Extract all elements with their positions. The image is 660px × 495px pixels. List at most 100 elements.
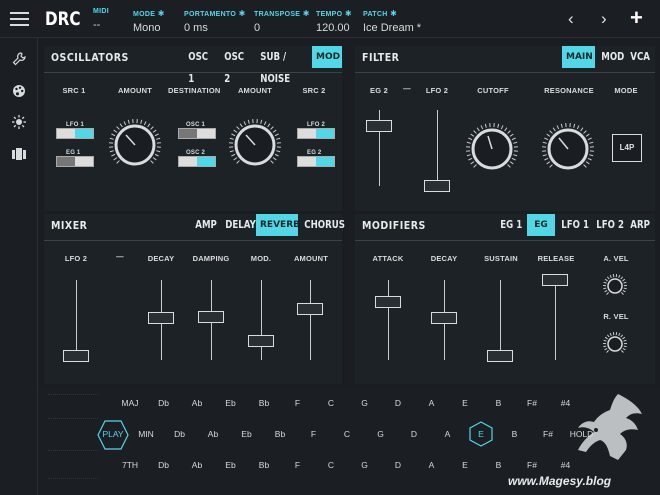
src1-lfo1-toggle[interactable]: LFO 1 [56,122,96,139]
portamento-field[interactable]: PORTAMENTO ✱ 0 ms [184,8,245,34]
chord-key[interactable]: C [317,398,345,408]
sustain-thumb[interactable] [487,350,513,362]
chord-type-key[interactable]: 7TH [116,460,144,470]
toggle-osc2[interactable] [178,156,216,167]
chord-key[interactable]: F [284,398,312,408]
tab-lfo2[interactable]: LFO 2 [593,214,627,236]
chord-key[interactable]: Ab [183,398,211,408]
tab-main[interactable]: MAIN [562,46,595,68]
src2-eg2-toggle[interactable]: EG 2 [297,150,337,167]
resonance-knob[interactable] [540,121,596,179]
chord-key[interactable]: Ab [183,460,211,470]
chord-key[interactable]: E [467,421,495,447]
chord-key[interactable]: G [367,429,395,439]
chord-key[interactable]: Eb [217,460,245,470]
tempo-field[interactable]: TEMPO ✱ 120.00 [316,8,352,34]
chord-type-key[interactable]: MIN [132,429,160,439]
toggle-eg1[interactable] [56,156,94,167]
mixer-lfo2-thumb[interactable] [63,350,89,362]
src1-eg1-toggle[interactable]: EG 1 [56,150,96,167]
chord-key[interactable]: Db [150,460,178,470]
amount2-knob[interactable] [228,118,282,174]
chord-key[interactable]: A [418,460,446,470]
dest-osc1-toggle[interactable]: OSC 1 [178,122,216,139]
tab-eg2[interactable]: EG 2 [527,214,555,252]
chord-key[interactable]: Db [150,398,178,408]
chord-key[interactable]: C [333,429,361,439]
patch-field[interactable]: PATCH ✱ Ice Dream * [363,8,421,34]
sun-icon[interactable] [12,115,26,131]
tab-eg1[interactable]: EG 1 [497,214,526,236]
chord-key[interactable]: C [317,460,345,470]
tab-reverb[interactable]: REVERB [256,214,300,236]
chevron-left-icon[interactable]: ‹ [568,9,574,29]
chord-key[interactable]: F# [534,429,562,439]
chord-key[interactable]: B [485,460,513,470]
gear-icon[interactable]: ✱ [303,9,310,18]
chord-key[interactable]: Eb [233,429,261,439]
gear-icon[interactable]: ✱ [345,9,352,18]
damping-thumb[interactable] [198,311,224,323]
tab-delay[interactable]: DELAY [222,214,259,236]
release-thumb[interactable] [542,274,568,286]
filter-eg2-slider-thumb[interactable] [366,120,392,132]
tab-filter-mod[interactable]: MOD [598,46,628,68]
chord-type-key[interactable]: MAJ [116,398,144,408]
chord-key[interactable]: F# [518,398,546,408]
chord-key[interactable]: Db [166,429,194,439]
chord-key[interactable]: Ab [199,429,227,439]
reverb-decay-thumb[interactable] [148,312,174,324]
filter-mode-button[interactable]: L4P [612,134,642,162]
chord-key[interactable]: D [384,398,412,408]
chord-key[interactable]: E [451,398,479,408]
tab-amp[interactable]: AMP [192,214,220,236]
tab-osc2[interactable]: OSC 2 [221,46,247,85]
midi-field[interactable]: MIDI -- [93,8,109,31]
chevron-right-icon[interactable]: › [601,9,607,29]
wrench-icon[interactable] [12,52,26,68]
chord-key[interactable]: B [485,398,513,408]
palette-icon[interactable] [12,84,26,100]
gear-icon[interactable]: ✱ [239,9,246,18]
attack-thumb[interactable] [375,296,401,308]
chord-key[interactable]: Bb [250,398,278,408]
a-vel-knob[interactable] [601,272,629,302]
mode-field[interactable]: MODE ✱ Mono [133,8,164,34]
tab-mod[interactable]: MOD [312,46,342,68]
chord-key[interactable]: D [384,460,412,470]
chord-key[interactable]: G [351,460,379,470]
chord-key[interactable]: F [300,429,328,439]
filter-lfo2-slider-thumb[interactable] [424,180,450,192]
cutoff-knob[interactable] [464,121,520,179]
toggle-lfo2[interactable] [297,128,335,139]
tab-sub-noise[interactable]: SUB / NOISE [257,46,293,85]
gear-icon[interactable]: ✱ [390,9,397,18]
dest-osc2-toggle[interactable]: OSC 2 [178,150,216,167]
reverb-amount-thumb[interactable] [297,303,323,315]
chord-key[interactable]: F# [518,460,546,470]
chord-key[interactable]: Bb [266,429,294,439]
chord-key[interactable]: A [434,429,462,439]
toggle-osc1[interactable] [178,128,216,139]
toggle-eg2[interactable] [297,156,335,167]
decay-thumb[interactable] [431,312,457,324]
toggle-lfo1[interactable] [56,128,94,139]
r-vel-knob[interactable] [601,330,629,360]
chord-key[interactable]: Bb [250,460,278,470]
chord-key[interactable]: E [451,460,479,470]
src2-lfo2-toggle[interactable]: LFO 2 [297,122,337,139]
tab-vca[interactable]: VCA [627,46,653,68]
menu-icon[interactable] [10,12,29,26]
chord-key[interactable]: B [501,429,529,439]
library-icon[interactable] [12,148,26,162]
play-button[interactable]: PLAY [97,420,129,450]
tab-arp[interactable]: ARP [627,214,653,236]
tab-osc1[interactable]: OSC 1 [185,46,211,85]
chord-key[interactable]: G [351,398,379,408]
tab-lfo1[interactable]: LFO 1 [558,214,592,236]
transpose-field[interactable]: TRANSPOSE ✱ 0 [254,8,309,34]
chord-key[interactable]: F [284,460,312,470]
tab-chorus[interactable]: CHORUS [301,214,348,236]
chord-key[interactable]: Eb [217,398,245,408]
gear-icon[interactable]: ✱ [158,9,165,18]
